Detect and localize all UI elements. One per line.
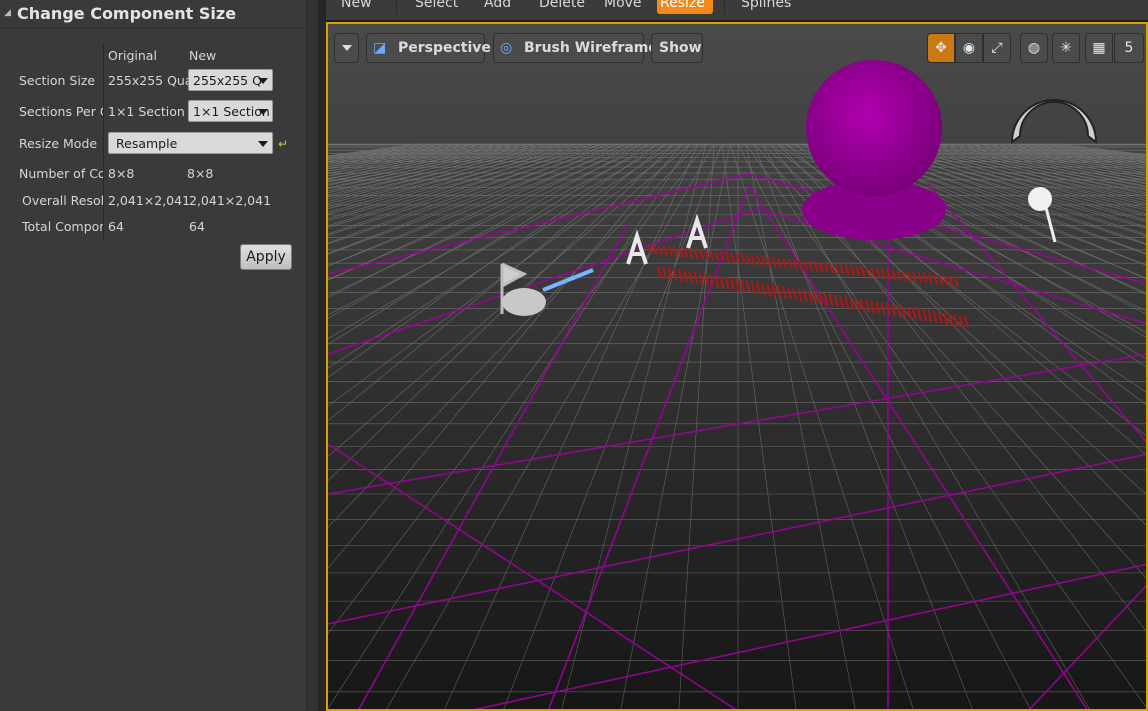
directional-light-icon	[1028, 187, 1052, 211]
mode-splines-button[interactable]: Splines	[741, 0, 791, 11]
level-viewport[interactable]: ◪ Perspective ◎ Brush Wireframe Show ✥ ◉…	[326, 22, 1148, 711]
collapse-arrow-icon[interactable]: ◢	[4, 8, 11, 18]
row-label-sections-per-component: Sections Per C	[19, 104, 103, 119]
apply-button[interactable]: Apply	[240, 244, 292, 270]
overall-resolution-original: 2,041×2,041	[108, 193, 191, 208]
section-title: Change Component Size	[17, 4, 237, 23]
column-divider[interactable]	[103, 44, 104, 240]
chevron-down-icon	[342, 45, 352, 51]
sky-sphere	[806, 60, 942, 196]
column-header-new: New	[189, 48, 217, 63]
controller-icon	[502, 288, 546, 316]
section-header[interactable]: ◢ Change Component Size	[0, 0, 306, 29]
total-components-new: 64	[189, 219, 205, 234]
section-size-dropdown[interactable]: 255x255 Q	[188, 69, 273, 91]
dropdown-arrow-icon	[258, 141, 268, 147]
number-of-components-original: 8×8	[108, 166, 135, 181]
perspective-button[interactable]: ◪ Perspective	[366, 33, 491, 63]
translate-tool-icon[interactable]: ✥	[927, 33, 955, 63]
row-label-number-of-components: Number of Cor	[19, 166, 103, 181]
sections-per-component-dropdown[interactable]: 1×1 Section	[188, 100, 273, 122]
total-components-original: 64	[108, 219, 124, 234]
viewport-options-button[interactable]	[334, 33, 359, 63]
mode-new-button[interactable]: New	[341, 0, 372, 11]
dropdown-arrow-icon	[258, 109, 268, 115]
camera-icon: ◪	[373, 40, 387, 56]
column-header-original: Original	[108, 48, 157, 63]
viewport-scene[interactable]	[328, 24, 1148, 711]
mode-select-button[interactable]: Select	[415, 0, 458, 11]
grid-snap-icon[interactable]: ▦	[1085, 33, 1113, 63]
sections-per-component-original: 1×1 Section	[108, 104, 185, 119]
wireframe-icon: ◎	[500, 40, 513, 56]
rotate-tool-icon[interactable]: ◉	[955, 33, 983, 63]
mode-add-button[interactable]: Add	[484, 0, 511, 11]
show-button[interactable]: Show	[651, 33, 703, 63]
mode-move-button[interactable]: Move	[604, 0, 642, 11]
row-label-overall-resolution: Overall Resol	[22, 193, 103, 208]
overall-resolution-new: 2,041×2,041	[189, 193, 272, 208]
row-label-total-components: Total Compor	[22, 219, 103, 234]
mode-resize-button[interactable]: Resize	[660, 0, 705, 11]
perspective-label: Perspective	[398, 40, 491, 56]
resize-mode-dropdown[interactable]: Resample	[108, 132, 273, 154]
show-label: Show	[659, 40, 702, 56]
section-size-value: 255x255 Q	[193, 73, 262, 88]
toolbar-divider	[396, 0, 397, 14]
reset-to-default-icon[interactable]: ↵	[278, 137, 290, 151]
details-panel: ◢ Change Component Size Original New Sec…	[0, 0, 306, 711]
surface-snap-icon[interactable]: ✳	[1052, 33, 1080, 63]
dropdown-arrow-icon	[258, 78, 268, 84]
mode-delete-button[interactable]: Delete	[539, 0, 585, 11]
row-label-resize-mode: Resize Mode	[19, 136, 98, 151]
toolbar-divider	[724, 0, 725, 14]
grid-snap-value[interactable]: 5	[1114, 33, 1144, 63]
world-space-icon[interactable]: ◍	[1020, 33, 1048, 63]
landscape-mode-toolbar: New Select Add Delete Move Resize Spline…	[326, 0, 1148, 20]
panel-splitter[interactable]	[318, 0, 326, 711]
section-size-original: 255x255 Quad	[108, 73, 188, 88]
row-label-section-size: Section Size	[19, 73, 96, 88]
view-mode-button[interactable]: ◎ Brush Wireframe	[493, 33, 658, 63]
view-mode-label: Brush Wireframe	[524, 40, 658, 56]
scale-tool-icon[interactable]: ⤢	[983, 33, 1011, 63]
resize-mode-value: Resample	[116, 136, 178, 151]
number-of-components-new: 8×8	[187, 166, 214, 181]
